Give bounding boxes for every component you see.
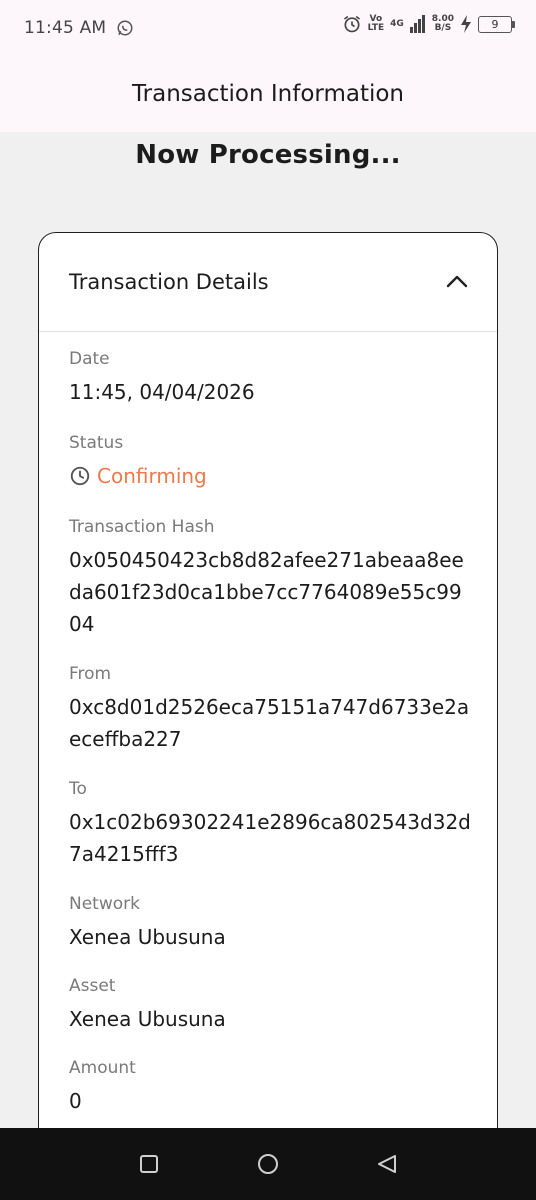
speed-unit: B/S <box>434 23 452 33</box>
volte-bottom: LTE <box>367 23 385 33</box>
circle-icon <box>257 1154 278 1174</box>
amount-label: Amount <box>69 1058 136 1078</box>
status-time: 11:45 AM <box>24 18 107 38</box>
date-field: Date 11:45, 04/04/2026 <box>39 348 497 408</box>
status-label: Status <box>69 433 124 453</box>
status-bar: 11:45 AM Vo LTE 4G 8.00 B/S 9 <box>0 0 536 56</box>
amount-field: Amount 0 <box>39 1057 497 1117</box>
from-field: From 0xc8d01d2526eca75151a747d6733e2aece… <box>39 663 497 755</box>
network-label: Network <box>69 894 140 914</box>
battery-indicator: 9 <box>478 15 515 33</box>
transaction-details-card: Transaction Details Date 11:45, 04/04/20… <box>38 232 498 1152</box>
battery-level: 9 <box>491 17 499 31</box>
page-title: Transaction Information <box>131 81 405 107</box>
volte-indicator: Vo LTE <box>368 15 385 33</box>
network-type: 4G <box>390 18 404 29</box>
date-value: 11:45, 04/04/2026 <box>69 380 255 404</box>
asset-value: Xenea Ubusuna <box>69 1007 226 1031</box>
back-button[interactable] <box>372 1149 402 1179</box>
to-label: To <box>69 779 87 799</box>
status-value: Confirming <box>97 464 207 488</box>
signal-icon <box>409 15 425 33</box>
from-address-value[interactable]: 0xc8d01d2526eca75151a747d6733e2aeceffba2… <box>69 691 473 755</box>
asset-field: Asset Xenea Ubusuna <box>39 975 497 1035</box>
status-field: Status Confirming <box>39 432 497 492</box>
transaction-hash-label: Transaction Hash <box>69 517 215 537</box>
charging-icon <box>461 15 471 33</box>
home-button[interactable] <box>253 1149 283 1179</box>
date-label: Date <box>69 349 110 369</box>
network-field: Network Xenea Ubusuna <box>39 893 497 953</box>
app-bar: Transaction Information <box>0 56 536 132</box>
amount-value: 0 <box>69 1089 82 1113</box>
to-field: To 0x1c02b69302241e2896ca802543d32d7a421… <box>39 778 497 870</box>
alarm-icon <box>343 15 360 33</box>
whatsapp-icon <box>117 20 133 36</box>
to-address-value[interactable]: 0x1c02b69302241e2896ca802543d32d7a4215ff… <box>69 806 473 870</box>
recents-button[interactable] <box>134 1149 164 1179</box>
processing-status-heading: Now Processing... <box>135 140 401 170</box>
transaction-hash-value[interactable]: 0x050450423cb8d82afee271abeaa8eeda601f23… <box>69 544 473 640</box>
chevron-up-icon[interactable] <box>445 270 469 294</box>
status-value-row: Confirming <box>69 460 473 492</box>
transaction-hash-field: Transaction Hash 0x050450423cb8d82afee27… <box>39 516 497 640</box>
asset-label: Asset <box>69 976 116 996</box>
clock-icon <box>70 466 90 486</box>
card-title: Transaction Details <box>69 270 269 294</box>
speed-indicator: 8.00 B/S <box>432 15 454 33</box>
triangle-back-icon <box>377 1155 396 1173</box>
card-header[interactable]: Transaction Details <box>39 233 497 332</box>
square-icon <box>140 1155 159 1173</box>
from-label: From <box>69 664 112 684</box>
status-icons: Vo LTE 4G 8.00 B/S 9 <box>342 14 515 34</box>
network-value: Xenea Ubusuna <box>69 925 226 949</box>
system-navigation-bar <box>0 1128 536 1200</box>
